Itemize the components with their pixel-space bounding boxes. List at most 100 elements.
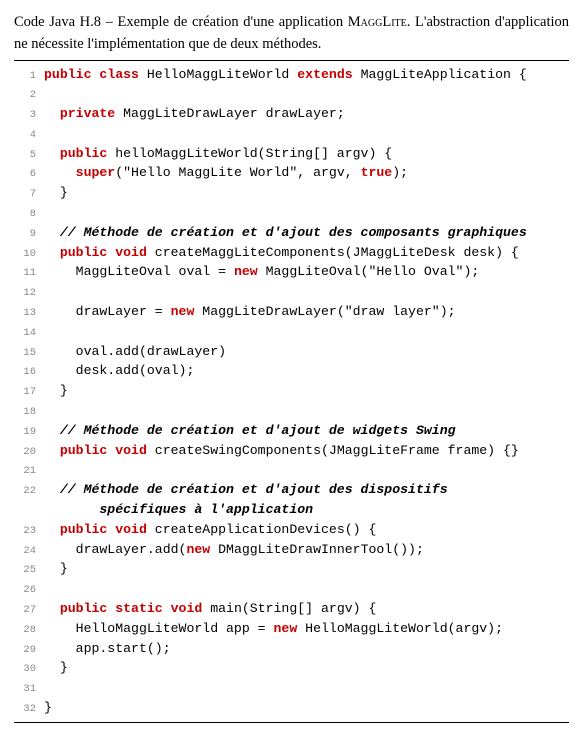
code-content: desk.add(oval); [44,361,569,381]
line-number: 27 [14,603,44,619]
code-content [44,460,569,480]
code-line: 26 [14,579,569,599]
code-content: public class HelloMaggLiteWorld extends … [44,65,569,85]
line-number: 14 [14,326,44,342]
line-number: 13 [14,306,44,322]
code-content: public void createMaggLiteComponents(JMa… [44,243,569,263]
code-line: 3 private MaggLiteDrawLayer drawLayer; [14,104,569,124]
code-line: 22 // Méthode de création et d'ajout des… [14,480,569,500]
code-content [44,579,569,599]
code-content [44,282,569,302]
code-line: 32} [14,698,569,718]
code-content: // Méthode de création et d'ajout de wid… [44,421,569,441]
code-line: spécifiques à l'application [14,500,569,520]
top-rule [14,60,569,61]
code-content: oval.add(drawLayer) [44,342,569,362]
code-line: 28 HelloMaggLiteWorld app = new HelloMag… [14,619,569,639]
code-line: 30 } [14,658,569,678]
caption-appname: MaggLite [348,14,407,30]
line-number: 26 [14,583,44,599]
code-content [44,124,569,144]
line-number: 17 [14,385,44,401]
line-number: 31 [14,682,44,698]
code-line: 14 [14,322,569,342]
code-line: 7 } [14,183,569,203]
code-line: 13 drawLayer = new MaggLiteDrawLayer("dr… [14,302,569,322]
code-listing: 1public class HelloMaggLiteWorld extends… [14,65,569,718]
code-content: public static void main(String[] argv) { [44,599,569,619]
code-content [44,401,569,421]
code-content: public helloMaggLiteWorld(String[] argv)… [44,144,569,164]
code-line: 21 [14,460,569,480]
line-number: 4 [14,128,44,144]
line-number: 6 [14,167,44,183]
code-line: 25 } [14,559,569,579]
code-line: 16 desk.add(oval); [14,361,569,381]
line-number: 19 [14,425,44,441]
line-number: 9 [14,227,44,243]
code-content: // Méthode de création et d'ajout des co… [44,223,569,243]
code-content: MaggLiteOval oval = new MaggLiteOval("He… [44,262,569,282]
code-content [44,203,569,223]
line-number: 12 [14,286,44,302]
line-number: 2 [14,88,44,104]
code-line: 8 [14,203,569,223]
code-content: } [44,381,569,401]
code-content: drawLayer.add(new DMaggLiteDrawInnerTool… [44,540,569,560]
listing-caption: Code Java H.8 – Exemple de création d'un… [14,12,569,56]
line-number: 23 [14,524,44,540]
code-line: 15 oval.add(drawLayer) [14,342,569,362]
code-line: 31 [14,678,569,698]
code-content: HelloMaggLiteWorld app = new HelloMaggLi… [44,619,569,639]
line-number: 5 [14,148,44,164]
line-number: 16 [14,365,44,381]
code-line: 19 // Méthode de création et d'ajout de … [14,421,569,441]
code-line: 27 public static void main(String[] argv… [14,599,569,619]
line-number: 11 [14,266,44,282]
code-line: 2 [14,84,569,104]
code-line: 10 public void createMaggLiteComponents(… [14,243,569,263]
line-number: 21 [14,464,44,480]
bottom-rule [14,722,569,723]
code-content [44,84,569,104]
code-line: 20 public void createSwingComponents(JMa… [14,441,569,461]
line-number: 18 [14,405,44,421]
code-content: super("Hello MaggLite World", argv, true… [44,163,569,183]
line-number: 15 [14,346,44,362]
line-number: 3 [14,108,44,124]
code-content: spécifiques à l'application [44,500,569,520]
code-line: 18 [14,401,569,421]
line-number: 22 [14,484,44,500]
code-content: } [44,183,569,203]
code-line: 4 [14,124,569,144]
line-number: 32 [14,702,44,718]
line-number: 10 [14,247,44,263]
code-content: } [44,658,569,678]
code-content [44,678,569,698]
code-line: 11 MaggLiteOval oval = new MaggLiteOval(… [14,262,569,282]
line-number: 7 [14,187,44,203]
code-content: public void createSwingComponents(JMaggL… [44,441,569,461]
line-number: 29 [14,643,44,659]
line-number: 1 [14,69,44,85]
code-line: 24 drawLayer.add(new DMaggLiteDrawInnerT… [14,540,569,560]
code-line: 9 // Méthode de création et d'ajout des … [14,223,569,243]
code-line: 23 public void createApplicationDevices(… [14,520,569,540]
code-content: app.start(); [44,639,569,659]
code-content: } [44,698,569,718]
line-number: 25 [14,563,44,579]
line-number: 20 [14,445,44,461]
code-content [44,322,569,342]
line-number: 24 [14,544,44,560]
code-content: private MaggLiteDrawLayer drawLayer; [44,104,569,124]
caption-prefix: Code Java H.8 – Exemple de création d'un… [14,14,348,30]
code-line: 12 [14,282,569,302]
line-number: 28 [14,623,44,639]
code-line: 29 app.start(); [14,639,569,659]
code-content: drawLayer = new MaggLiteDrawLayer("draw … [44,302,569,322]
code-line: 5 public helloMaggLiteWorld(String[] arg… [14,144,569,164]
code-line: 17 } [14,381,569,401]
code-content: // Méthode de création et d'ajout des di… [44,480,569,500]
line-number: 30 [14,662,44,678]
code-content: } [44,559,569,579]
